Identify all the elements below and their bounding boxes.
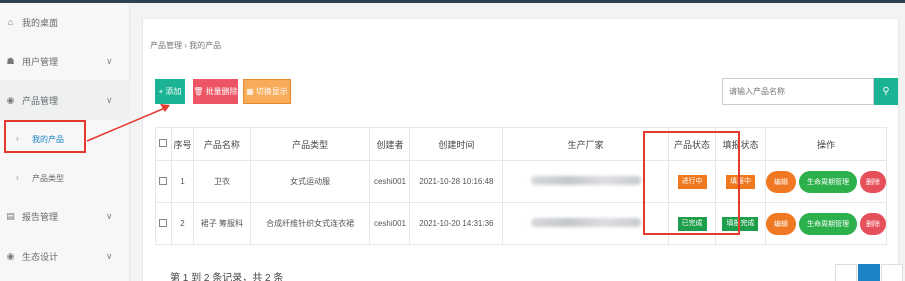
delete-button[interactable]: 删除 [859,170,886,193]
toggle-display-label: 切换显示 [255,87,288,96]
add-button-label: 添加 [165,87,182,96]
column-header: 序号 [170,127,194,161]
row-creator: ceshi001 [369,202,411,245]
row-created-time: 2021-10-28 10:16:48 [409,160,504,203]
report-icon: ▤ [6,210,15,221]
row-index: 1 [170,160,194,203]
home-icon: ⌂ [7,16,14,27]
sidebar-item-products[interactable]: ◉ 产品管理 ∨ [0,80,130,120]
users-icon: ☗ [6,55,15,66]
product-icon: ◉ [6,94,15,105]
row-checkbox[interactable] [159,176,168,185]
highlight-box-my-products [4,120,86,153]
sidebar-item-label: 报告管理 [22,211,59,222]
sidebar-item-desktop[interactable]: ⌂ 我的桌面 [0,2,130,42]
add-button[interactable]: + 添加 [155,79,185,104]
chevron-down-icon: ∨ [106,55,113,66]
edit-button[interactable]: 编辑 [765,212,796,235]
pagination-prev[interactable] [835,264,857,281]
row-created-time: 2021-10-20 14:31:36 [409,202,504,245]
sidebar-item-users[interactable]: ☗ 用户管理 ∨ [0,41,130,81]
grid-icon: ▦ [246,87,254,96]
table-row: 1 卫衣 女式运动服 ceshi001 2021-10-28 10:16:48 … [155,160,888,203]
row-product-type: 合成纤维针织女式连衣裙 [249,202,371,245]
sidebar-item-label: 产品管理 [22,95,59,106]
top-bar [0,0,905,3]
eco-icon: ◉ [6,250,15,261]
chevron-down-icon: ∨ [106,210,113,221]
lifecycle-button[interactable]: 生命周期管理 [798,170,857,193]
table-row: 2 裙子 筹服科 合成纤维针织女式连衣裙 ceshi001 2021-10-20… [155,202,888,245]
trash-icon: 🗑 [193,87,204,96]
sidebar-subitem-label: 产品类型 [32,174,64,183]
row-checkbox[interactable] [159,218,168,227]
sidebar-item-reports[interactable]: ▤ 报告管理 ∨ [0,196,130,236]
row-index: 2 [170,202,194,245]
plus-icon: + [158,87,164,96]
row-creator: ceshi001 [369,160,411,203]
chevron-right-icon: › [16,173,19,182]
product-table: 序号 产品名称 产品类型 创建者 创建时间 生产厂家 产品状态 填报状态 操作 … [155,127,888,245]
chevron-down-icon: ∨ [106,250,113,261]
select-all-checkbox[interactable] [159,139,168,147]
sidebar-subitem-product-types[interactable]: › 产品类型 [0,160,130,196]
sidebar-item-eco-design[interactable]: ◉ 生态设计 ∨ [0,236,130,276]
pagination-page-1[interactable] [858,264,880,281]
table-header-row: 序号 产品名称 产品类型 创建者 创建时间 生产厂家 产品状态 填报状态 操作 [155,127,888,161]
pagination-summary: 第 1 到 2 条记录，共 2 条 [170,273,284,281]
pagination-next[interactable] [881,264,903,281]
row-actions: 编辑 生命周期管理 删除 [764,202,888,245]
search-input[interactable] [722,78,874,105]
row-product-name: 裙子 筹服科 [192,202,251,245]
batch-delete-label: 批量删除 [205,87,238,96]
column-header: 操作 [764,127,888,161]
sidebar-item-label: 生态设计 [22,251,59,262]
column-header: 创建者 [369,127,411,161]
edit-button[interactable]: 编辑 [765,170,796,193]
search-button[interactable]: ⚲ [874,78,898,105]
breadcrumb: 产品管理 › 我的产品 [150,41,222,50]
column-header: 产品名称 [192,127,251,161]
row-product-name: 卫衣 [192,160,251,203]
row-product-type: 女式运动服 [249,160,371,203]
sidebar-item-label: 用户管理 [22,56,59,67]
lifecycle-button[interactable]: 生命周期管理 [798,212,857,235]
sidebar-item-label: 我的桌面 [22,17,59,28]
chevron-down-icon: ∨ [106,94,113,105]
redacted-manufacturer [530,218,641,227]
batch-delete-button[interactable]: 🗑 批量删除 [193,79,238,104]
column-header: 创建时间 [409,127,504,161]
redacted-manufacturer [530,176,641,185]
select-all-cell [155,127,172,161]
delete-button[interactable]: 删除 [859,212,886,235]
toggle-display-button[interactable]: ▦ 切换显示 [243,79,291,104]
highlight-box-status-columns [643,131,740,235]
row-actions: 编辑 生命周期管理 删除 [764,160,888,203]
search-icon: ⚲ [882,86,890,97]
column-header: 产品类型 [249,127,371,161]
